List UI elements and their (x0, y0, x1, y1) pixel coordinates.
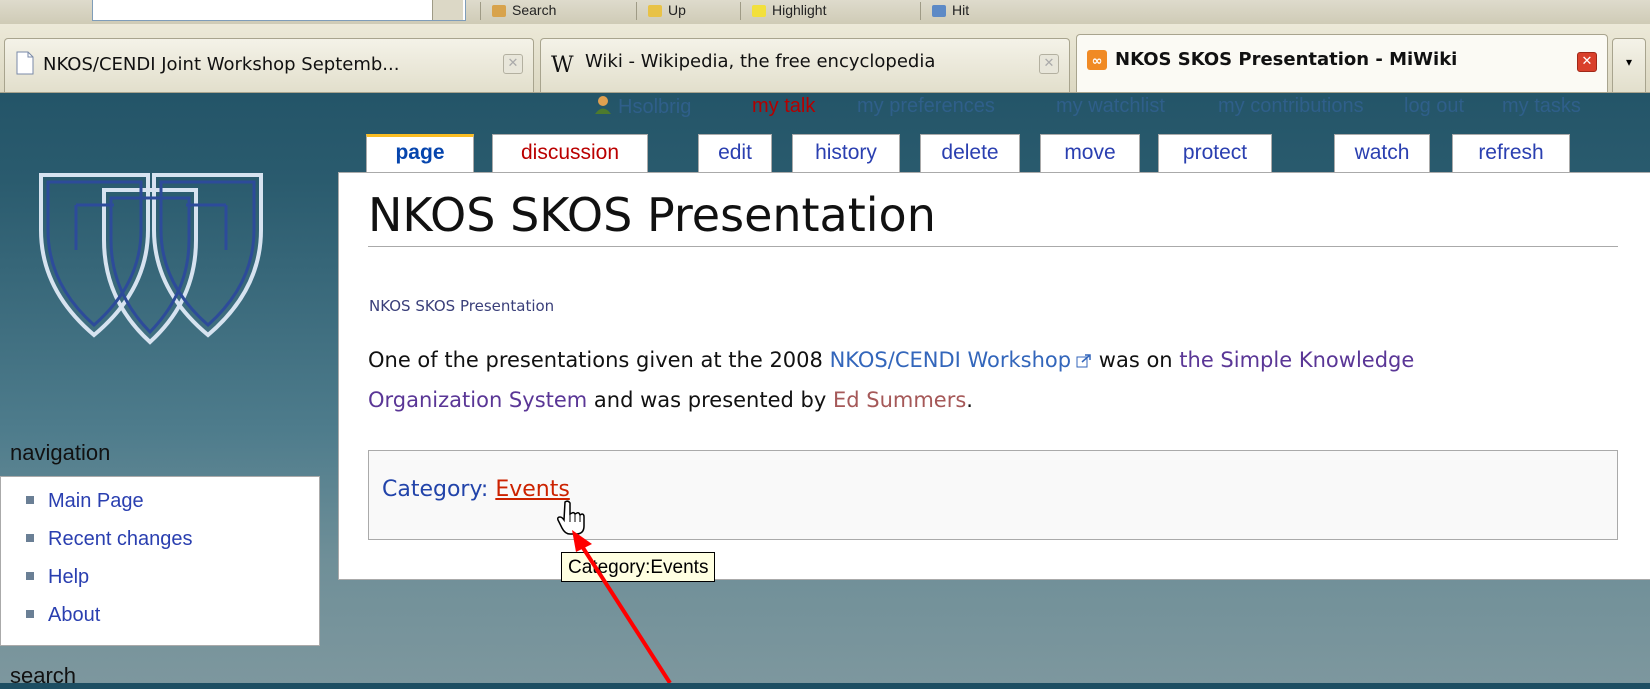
close-tab-icon[interactable]: ✕ (503, 54, 523, 74)
wikipedia-w-icon: W (551, 53, 574, 78)
bullet-icon (26, 496, 34, 504)
miwiki-icon: ∞ (1087, 50, 1107, 70)
highlighter-icon (752, 5, 766, 17)
external-link-icon (1076, 354, 1091, 368)
tab-discussion[interactable]: discussion (492, 134, 648, 172)
article-paragraph: One of the presentations given at the 20… (368, 348, 1415, 412)
my-tasks-link[interactable]: my tasks (1502, 95, 1581, 118)
tab-edit[interactable]: edit (698, 134, 772, 172)
close-tab-icon[interactable]: ✕ (1577, 52, 1597, 72)
category-events-link[interactable]: Events (495, 477, 570, 502)
page-subtitle: NKOS SKOS Presentation (369, 297, 555, 315)
sidebar-item-help[interactable]: Help (26, 566, 89, 589)
search-heading: search (10, 663, 77, 688)
browser-tab-miwiki[interactable]: ∞ NKOS SKOS Presentation - MiWiki ✕ (1076, 34, 1608, 92)
bullet-icon (26, 610, 34, 618)
folder-up-icon (648, 5, 662, 17)
my-contributions-link[interactable]: my contributions (1218, 95, 1364, 118)
browser-tab-bar: NKOS/CENDI Joint Workshop Septemb... ✕ W… (0, 24, 1650, 93)
search-icon (492, 5, 506, 17)
toolbar-highlight-button[interactable]: Highlight (752, 2, 826, 20)
my-preferences-link[interactable]: my preferences (857, 95, 995, 118)
tab-delete[interactable]: delete (920, 134, 1020, 172)
toolbar-up-button[interactable]: Up (648, 2, 686, 20)
tab-list-button[interactable]: ▾ (1612, 38, 1646, 92)
sidebar-item-recent-changes[interactable]: Recent changes (26, 528, 193, 551)
ed-summers-link[interactable]: Ed Summers (833, 388, 966, 412)
toolbar-separator (480, 2, 481, 20)
page-title: NKOS SKOS Presentation (368, 188, 1618, 247)
category-label-link[interactable]: Category: (382, 477, 495, 502)
browser-tab-wikipedia[interactable]: W Wiki - Wikipedia, the free encyclopedia… (540, 38, 1070, 92)
toolbar-search-button[interactable]: Search (492, 2, 556, 20)
my-watchlist-link[interactable]: my watchlist (1056, 95, 1165, 118)
workshop-external-link[interactable]: NKOS/CENDI Workshop (830, 348, 1093, 372)
browser-tab-nkos-cendi[interactable]: NKOS/CENDI Joint Workshop Septemb... ✕ (4, 38, 534, 92)
user-page-link[interactable]: Hsolbrig (594, 95, 691, 119)
tab-history[interactable]: history (792, 134, 900, 172)
toolbar-separator (920, 2, 921, 20)
navigation-heading: navigation (10, 440, 111, 465)
tab-protect[interactable]: protect (1158, 134, 1272, 172)
browser-toolbar: Search Up Highlight Hit (0, 0, 1650, 25)
tab-refresh[interactable]: refresh (1452, 134, 1570, 172)
sidebar-item-about[interactable]: About (26, 604, 100, 627)
close-tab-icon[interactable]: ✕ (1039, 54, 1059, 74)
tab-watch[interactable]: watch (1334, 134, 1430, 172)
wiki-logo (39, 173, 263, 345)
toolbar-separator (636, 2, 637, 20)
toolbar-hit-button[interactable]: Hit (932, 2, 969, 20)
toolbar-separator (740, 2, 741, 20)
svg-text:∞: ∞ (1092, 54, 1103, 69)
sidebar-item-main-page[interactable]: Main Page (26, 490, 144, 513)
tab-page[interactable]: page (366, 134, 474, 176)
annotation-arrow (572, 530, 672, 683)
chevron-down-icon: ▾ (1625, 55, 1633, 69)
bullet-icon (26, 572, 34, 580)
hit-icon (932, 5, 946, 17)
document-icon (16, 51, 34, 75)
tab-move[interactable]: move (1040, 134, 1140, 172)
toolbar-search-field[interactable] (92, 0, 466, 21)
log-out-link[interactable]: log out (1404, 95, 1464, 118)
toolbar-dropdown-button[interactable] (432, 0, 463, 20)
user-icon (595, 96, 611, 114)
bullet-icon (26, 534, 34, 542)
my-talk-link[interactable]: my talk (752, 95, 815, 118)
